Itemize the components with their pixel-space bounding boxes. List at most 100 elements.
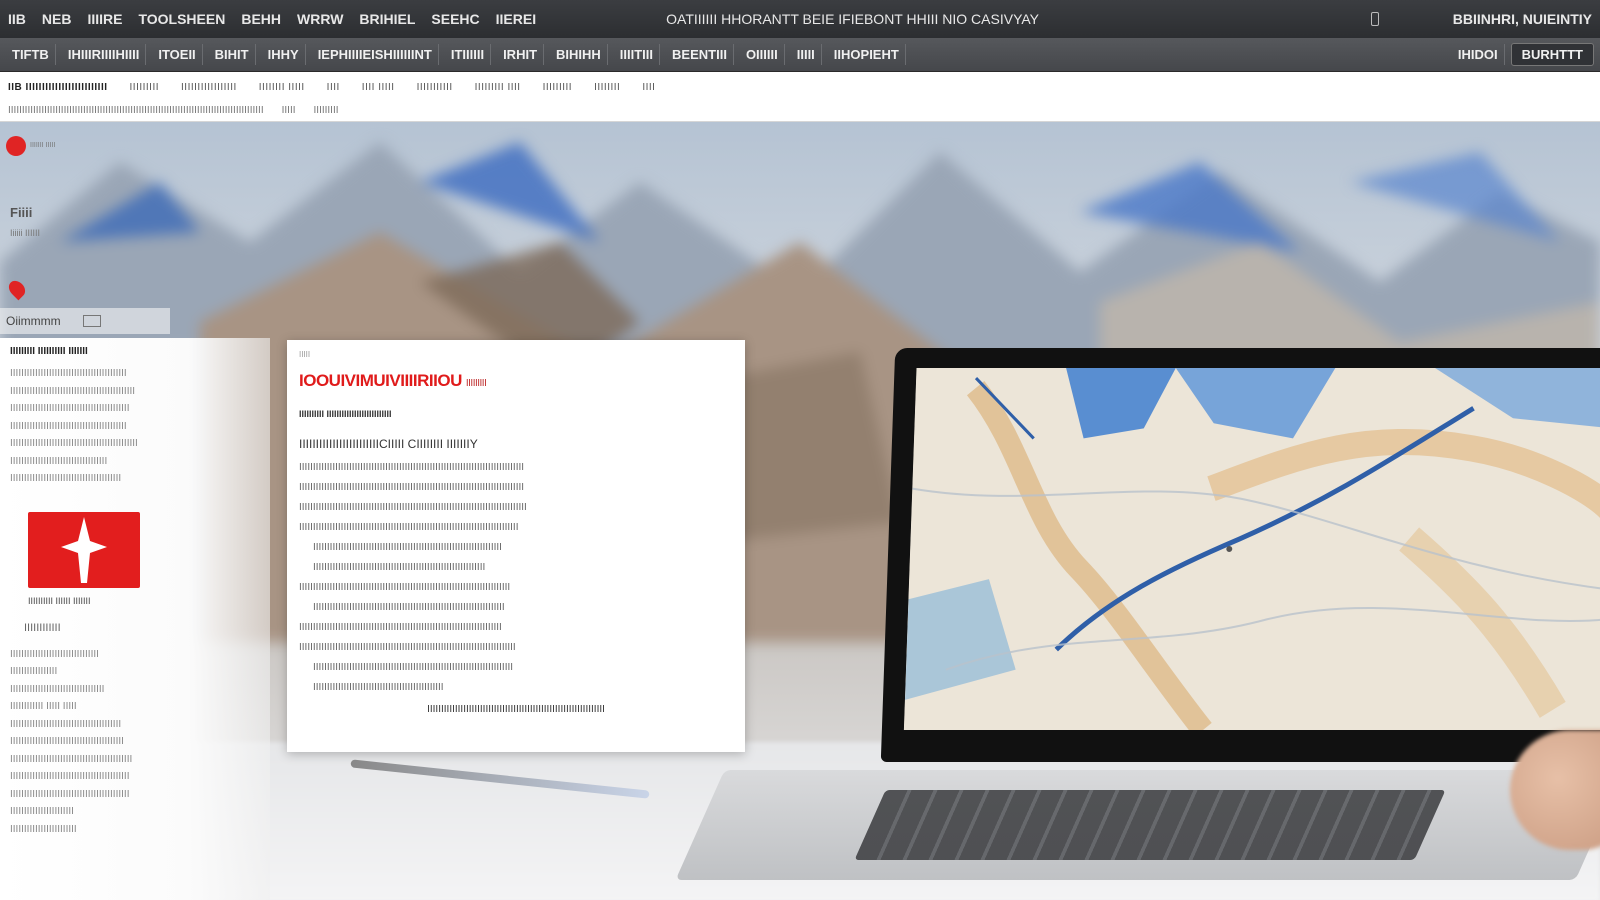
grid-icon[interactable] — [82, 315, 101, 327]
toolbar-item-right[interactable]: IHIDOI — [1452, 44, 1505, 65]
menu-items: IIB NEB IIIIRE TOOLSHEEN BEHH WRRW BRIHI… — [8, 11, 536, 27]
article-paragraph: IIIIIIIIIIIIIIIIIIIIIIIIIIIIIIIIIIIIIIII… — [299, 642, 516, 653]
panel-line: IIIIIIIIIIIIIIIIIIIIIIIIIIIIIIIIIIIIIIII — [10, 473, 122, 484]
ticker-item[interactable]: IIIIIIII IIIII — [259, 82, 305, 93]
panel-line: IIIIIIIIIIIIIIIIIIIIIIIIIIIIIIIIIIIIIIII… — [10, 420, 127, 432]
panel-line: IIIIIIIIIIIIIIIIIIIIIIIIIIIIIIIIIIIIIIII… — [10, 736, 124, 747]
panel-subheading: IIIIIIIIIIII — [24, 621, 61, 634]
brand-small-text: IIIIIII IIIII — [30, 142, 56, 150]
article-paragraph: IIIIIIIIIIIIIIIIIIIIIIIIIIIIIIIIIIIIIIII… — [299, 622, 502, 633]
toolbar-item[interactable]: IHHY — [262, 44, 306, 65]
article-card: IIIII IOOUIVIMUIVIIIIRIIOU IIIIIIIII IIII… — [287, 340, 745, 752]
panel-line: IIIIIIIIIIIIIIIIIIIIIIIIIIIIIIIIIIIIIIII… — [10, 788, 130, 800]
panel-line: IIIIIIIIIIIIIIIIIIIIIIIIIIIIIIIIIIIIIIII… — [10, 771, 130, 782]
panel-line: IIIIIIIIIIIIIIIIIIIIIIIIIIIIIIIIIIIIIIII… — [10, 438, 138, 449]
toolbar-item[interactable]: IHIIIRIIIIHIIII — [62, 44, 147, 65]
panel-line: IIIIIIIIIIIIIIIIIIIIIIIIIIIIIIIIIII — [10, 455, 108, 467]
panel-line: IIIIIIIIIIII IIIII IIIII — [10, 701, 77, 712]
ticker-item[interactable]: IIIIIIIII — [130, 82, 160, 93]
ticker-item[interactable]: IIIIIIIIIIIIIIIII — [181, 82, 237, 93]
menu-center-status: OATIIIIII HHORANTT BEIE IFIEBONT HHIII N… — [666, 11, 1039, 27]
map-view[interactable] — [903, 368, 1600, 730]
battery-icon — [1370, 12, 1379, 26]
ticker-item[interactable]: IIII — [327, 82, 340, 93]
toolbar: TIFTB IHIIIRIIIIHIIII ITOEII BIHIT IHHY … — [0, 38, 1600, 72]
laptop-screen — [880, 348, 1600, 762]
panel-line: IIIIIIIIIIIIIIIIIIIIIIIIIIIIIIIIIIIIIIII… — [10, 368, 127, 379]
menu-item[interactable]: TOOLSHEEN — [138, 11, 225, 27]
panel-title[interactable]: IIIIIIIII IIIIIIIIII IIIIIII — [10, 346, 260, 357]
side-label[interactable]: Fiiii — [10, 205, 40, 220]
ticker-row: IIIIIIIIIIIIIIIIIIIIIIIIIIIIIIIIIIIIIIII… — [8, 105, 1592, 116]
toolbar-item[interactable]: IEPHIIIIEISHIIIIIINT — [312, 44, 439, 65]
toolbar-item[interactable]: TIFTB — [6, 44, 56, 65]
menu-item[interactable]: IIB — [8, 11, 26, 27]
article-paragraph: IIIIIIIIIIIIIIIIIIIIIIIIIIIIIIIIIIIIIIII… — [299, 502, 527, 513]
ticker-item[interactable]: IIIIIIIIIII — [417, 82, 453, 93]
brand-logo-icon — [6, 136, 26, 156]
side-tab[interactable]: Oiimmmm — [6, 314, 61, 328]
user-name[interactable]: BBIINHRI, NUIEINTIY — [1453, 11, 1592, 27]
article-paragraph: IIIIIIIIIIIIIIIIIIIIIIIIIIIIIIIIIIIIIIII… — [299, 462, 525, 473]
ticker-item[interactable]: IIIIIIIII IIII — [475, 82, 521, 93]
menu-item[interactable]: SEEHC — [431, 11, 479, 27]
flag-star-icon — [61, 516, 107, 583]
article-paragraph: IIIIIIIIIIIIIIIIIIIIIIIIIIIIIIIIIIIIIIII… — [299, 482, 525, 493]
toolbar-item[interactable]: OIIIIII — [740, 44, 785, 65]
menu-right: BBIINHRI, NUIEINTIY — [1370, 11, 1592, 27]
panel-line: IIIIIIIIIIIIIIIII — [10, 666, 58, 677]
ticker-item[interactable]: IIIIIIIII — [543, 82, 573, 93]
menu-item[interactable]: IIEREI — [496, 11, 536, 27]
ticker-item[interactable]: IIII — [642, 82, 655, 93]
article-footer: IIIIIIIIIIIIIIIIIIIIIIIIIIIIIIIIIIIIIIII… — [427, 704, 605, 715]
headline-suffix: IIIIIIIII — [465, 378, 487, 389]
article-paragraph: IIIIIIIIIIIIIIIIIIIIIIIIIIIIIIIIIIIIIIII… — [313, 602, 505, 613]
toolbar-item[interactable]: ITOEII — [152, 44, 203, 65]
side-label-group: Fiiii Iiiiii IIIIII — [10, 205, 40, 238]
toolbar-item[interactable]: BEENTIII — [666, 44, 734, 65]
ticker-item[interactable]: IIB IIIIIIIIIIIIIIIIIIIIIIIII — [8, 82, 108, 93]
panel-line: IIIIIIIIIIIIIIIIIIIIIIIIIIIIIIIIII — [10, 683, 105, 695]
left-article-panel: IIIIIIIII IIIIIIIIII IIIIIII IIIIIIIIIII… — [0, 338, 270, 900]
laptop-keyboard — [854, 790, 1446, 860]
article-paragraph: IIIIIIIIIIIIIIIIIIIIIIIIIIIIIIIIIIIIIIII… — [299, 522, 519, 533]
toolbar-item[interactable]: IIHOPIEHT — [828, 44, 906, 65]
panel-line: IIIIIIIIIIIIIIIIIIIIIIIIIIIIIIIIIIIIIIII… — [10, 385, 136, 397]
brand-logo[interactable]: IIIIIII IIIII — [6, 136, 55, 156]
side-sublabel: Iiiiii IIIIII — [10, 228, 41, 238]
article-paragraph: IIIIIIIIIIIIIIIIIIIIIIIIIIIIIIIIIIIIIIII… — [313, 682, 444, 693]
toolbar-action-button[interactable]: BURHTTT — [1510, 43, 1594, 66]
menu-item[interactable]: BRIHIEL — [359, 11, 415, 27]
panel-line: IIIIIIIIIIIIIIIIIIIIIII — [10, 806, 74, 817]
flag-image[interactable] — [28, 511, 140, 588]
toolbar-item[interactable]: ITIIIIII — [445, 44, 492, 65]
toolbar-item[interactable]: IIIII — [791, 44, 822, 65]
toolbar-item[interactable]: IRHIT — [497, 44, 545, 65]
article-kicker: IIIII — [299, 350, 311, 359]
ticker-strip: IIB IIIIIIIIIIIIIIIIIIIIIIIII IIIIIIIII … — [0, 72, 1600, 122]
toolbar-item[interactable]: IIIITIII — [614, 44, 661, 65]
panel-line: IIIIIIIIIIIIIIIIIIIIIIIIIIIIIIIIIIIIIIII — [10, 718, 122, 730]
ticker-row: IIB IIIIIIIIIIIIIIIIIIIIIIIII IIIIIIIII … — [8, 82, 1592, 93]
article-byline: IIIIIIIIII IIIIIIIIIIIIIIIIIIIIIIIIII — [299, 409, 392, 419]
status-text: OATIIIIII HHORANTT BEIE IFIEBONT HHIII N… — [666, 11, 1039, 27]
article-paragraph: IIIIIIIIIIIIIIIIIIIIIIIIIIIIIIIIIIIIIIII… — [299, 582, 511, 593]
ticker-item: IIIII — [281, 105, 296, 116]
menu-bar: IIB NEB IIIIRE TOOLSHEEN BEHH WRRW BRIHI… — [0, 0, 1600, 38]
article-paragraph: IIIIIIIIIIIIIIIIIIIIIIIIIIIIIIIIIIIIIIII… — [313, 662, 514, 673]
menu-item[interactable]: BEHH — [241, 11, 281, 27]
article-paragraph: IIIIIIIIIIIIIIIIIIIIIIIIIIIIIIIIIIIIIIII… — [313, 542, 502, 553]
article-deck: IIIIIIIIIIIIIIIIIIIIIIIICIIIII CIIIIIIII… — [299, 437, 478, 451]
toolbar-item[interactable]: BIHIHH — [550, 44, 608, 65]
ticker-item[interactable]: IIIIIIII — [594, 82, 620, 93]
menu-item[interactable]: IIIIRE — [87, 11, 122, 27]
side-tab-bar: Oiimmmm — [0, 308, 170, 334]
toolbar-item[interactable]: BIHIT — [209, 44, 256, 65]
ticker-item[interactable]: IIII IIIII — [362, 82, 395, 93]
headline-text: IOOUIVIMUIVIIIIRIIOU — [299, 371, 462, 390]
ticker-item: IIIIIIIII — [313, 105, 339, 116]
menu-item[interactable]: WRRW — [297, 11, 343, 27]
menu-item[interactable]: NEB — [42, 11, 72, 27]
article-headline[interactable]: IOOUIVIMUIVIIIIRIIOU IIIIIIIII — [299, 371, 733, 391]
flag-caption: IIIIIIIIII IIIIII IIIIIII — [28, 595, 91, 606]
